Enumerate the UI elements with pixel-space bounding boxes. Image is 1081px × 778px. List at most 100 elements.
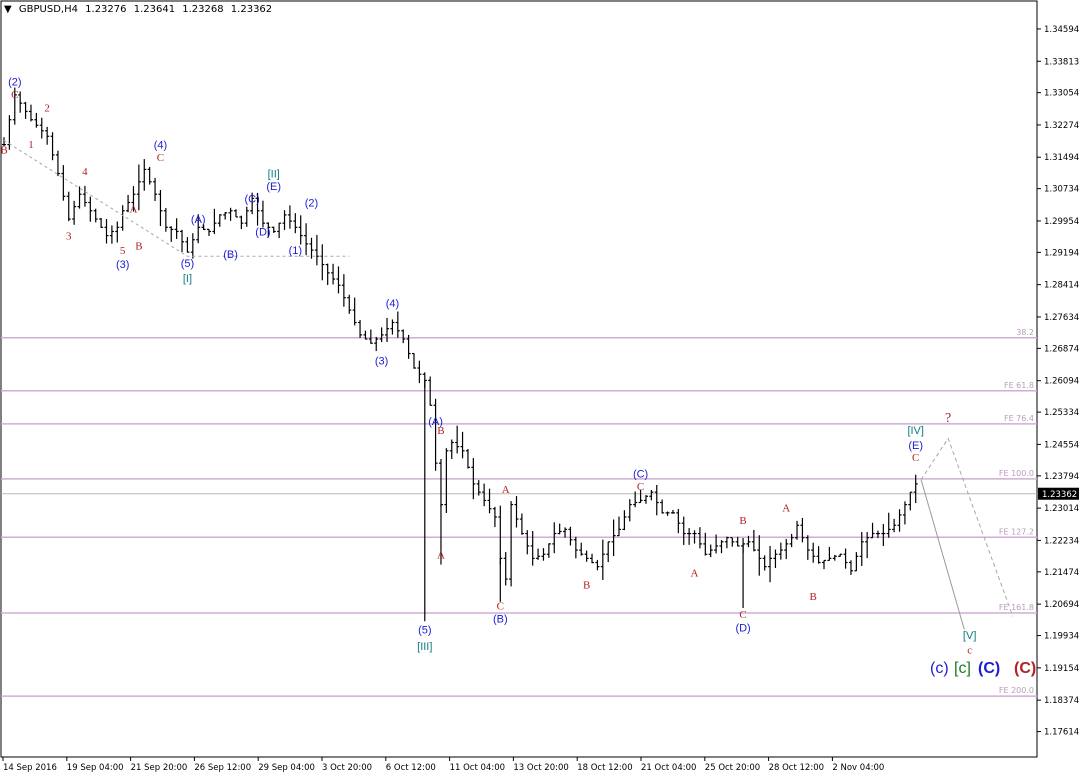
wave-label: (5) [418, 624, 431, 636]
x-tick-label: 28 Oct 12:00 [769, 763, 824, 773]
wave-label: ? [945, 411, 951, 426]
y-tick-label: 1.28414 [1044, 281, 1079, 291]
wave-label: [V] [963, 630, 976, 642]
x-tick-label: 26 Sep 12:00 [194, 763, 251, 773]
y-tick-label: 1.31494 [1044, 153, 1079, 163]
wave-label: C [637, 481, 644, 493]
wave-label: B [739, 515, 746, 527]
wave-label: (E) [908, 440, 923, 452]
y-tick-label: 1.32274 [1044, 121, 1079, 131]
wave-label: (B) [223, 249, 238, 261]
wave-label: 5 [120, 245, 126, 257]
wave-label: (B) [493, 614, 508, 626]
wave-label: B [0, 145, 7, 157]
wave-label: A [129, 203, 137, 215]
y-tick-label: 1.26874 [1044, 344, 1079, 354]
y-tick-label: 1.21474 [1044, 568, 1079, 578]
wave-label: C [11, 89, 18, 101]
y-tick-label: 1.23794 [1044, 472, 1079, 482]
y-tick-label: 1.33813 [1044, 57, 1079, 67]
y-tick-label: 1.27634 [1044, 313, 1079, 323]
x-tick-label: 11 Oct 04:00 [450, 763, 505, 773]
wave-label: C [912, 452, 919, 464]
wave-label: [I] [183, 273, 192, 285]
x-tick-label: 21 Sep 20:00 [131, 763, 188, 773]
wave-label: A [502, 484, 510, 496]
y-tick-label: 1.26094 [1044, 377, 1079, 387]
wave-label: (3) [116, 259, 129, 271]
wave-label: (C) [633, 469, 648, 481]
wave-label: (A) [191, 214, 206, 226]
y-tick-label: 1.29954 [1044, 217, 1079, 227]
y-tick-label: 1.19934 [1044, 632, 1079, 642]
x-tick-label: 3 Oct 20:00 [322, 763, 372, 773]
fib-level-label: FE 100.0 [999, 469, 1034, 478]
degree-label: (c) [930, 660, 949, 677]
wave-label: B [810, 591, 817, 603]
wave-label: (D) [255, 227, 270, 239]
y-tick-label: 1.20694 [1044, 600, 1079, 610]
x-tick-label: 13 Oct 20:00 [513, 763, 568, 773]
x-tick-label: 25 Oct 20:00 [705, 763, 760, 773]
fib-level-label: FE 161.8 [999, 603, 1034, 612]
wave-label: B [135, 240, 142, 252]
y-tick-label: 1.33054 [1044, 89, 1079, 99]
wave-label: (C) [245, 193, 260, 205]
wave-label: (4) [386, 298, 399, 310]
fib-level-label: FE 127.2 [999, 527, 1034, 536]
plot-frame [0, 0, 1038, 758]
fib-level-label: 38.2 [1016, 328, 1034, 337]
wave-label: (D) [735, 623, 750, 635]
wave-label: (3) [375, 356, 388, 368]
y-tick-label: 1.34594 [1044, 25, 1079, 35]
y-tick-label: 1.30734 [1044, 185, 1079, 195]
fib-level-label: FE 61.8 [1004, 381, 1034, 390]
wave-label: (2) [305, 198, 318, 210]
wave-label: A [437, 549, 445, 561]
degree-label: (C) [978, 660, 1000, 677]
wave-label: A [782, 503, 790, 515]
x-tick-label: 29 Sep 04:00 [258, 763, 315, 773]
x-tick-label: 18 Oct 12:00 [577, 763, 632, 773]
wave-label: A [691, 568, 699, 580]
y-tick-label: 1.18374 [1044, 696, 1079, 706]
wave-label: [IV] [907, 425, 924, 437]
wave-label: (2) [8, 76, 21, 88]
chart-window: ▼ GBPUSD,H4 1.23276 1.23641 1.23268 1.23… [0, 0, 1081, 778]
wave-label: 3 [66, 231, 72, 243]
y-tick-label: 1.29194 [1044, 248, 1079, 258]
wave-label: [II] [268, 169, 280, 181]
y-tick-label: 1.17614 [1044, 728, 1079, 738]
wave-label: C [157, 152, 164, 164]
y-tick-label: 1.24554 [1044, 440, 1079, 450]
wave-label: 1 [28, 139, 34, 151]
x-tick-label: 19 Sep 04:00 [67, 763, 124, 773]
y-tick-label: 1.25334 [1044, 408, 1079, 418]
projection-solid-line [920, 479, 965, 630]
y-tick-label: 1.23014 [1044, 504, 1079, 514]
fib-level-label: FE 76.4 [1004, 414, 1034, 423]
wave-label: (E) [266, 181, 281, 193]
wave-label: B [437, 425, 444, 437]
wave-label: C [497, 600, 504, 612]
x-tick-label: 21 Oct 04:00 [641, 763, 696, 773]
x-tick-label: 6 Oct 12:00 [386, 763, 436, 773]
wave-label: C [739, 609, 746, 621]
wave-label: 2 [44, 102, 50, 114]
wave-label: B [583, 580, 590, 592]
x-tick-label: 14 Sep 2016 [3, 763, 57, 773]
wave-label: (5) [181, 258, 194, 270]
wave-label: 4 [82, 166, 88, 178]
fib-level-label: FE 200.0 [999, 686, 1034, 695]
y-tick-label: 1.19154 [1044, 664, 1079, 674]
wave-label: [III] [417, 641, 432, 653]
price-chart[interactable]: 38.2 FE 61.8 FE 76.4 FE 100.0 FE 127.2 FE 161… [0, 0, 1081, 778]
wave-label: c [967, 645, 972, 657]
degree-label: (C) [1014, 660, 1036, 677]
degree-label: [c] [954, 660, 971, 677]
y-tick-label: 1.22234 [1044, 536, 1079, 546]
x-tick-label: 2 Nov 04:00 [832, 763, 884, 773]
wave-label: (1) [289, 245, 302, 257]
wave-label: (4) [154, 140, 167, 152]
current-price-text: 1.23362 [1042, 490, 1077, 500]
